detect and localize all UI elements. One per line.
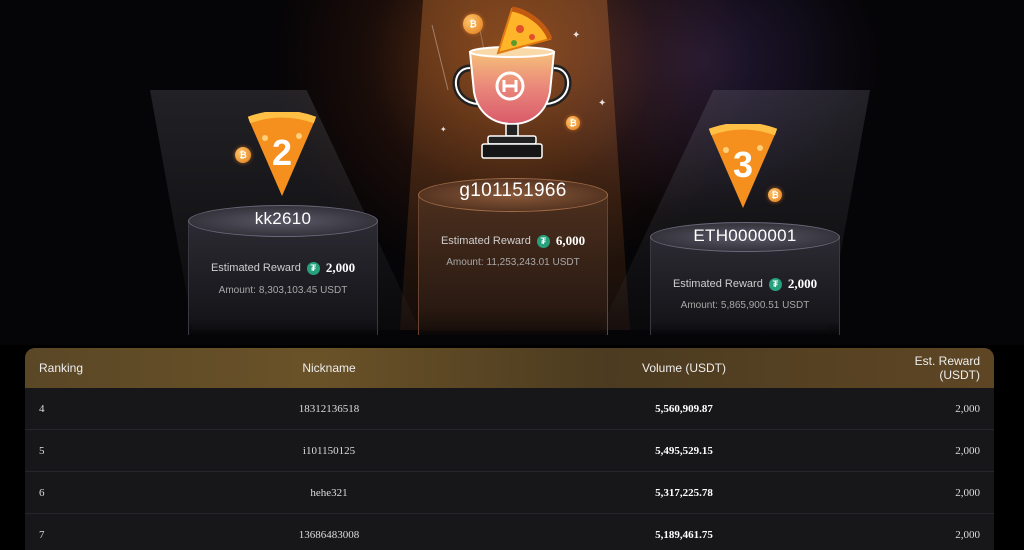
cell-reward: 2,000 <box>955 444 980 457</box>
header-ranking: Ranking <box>39 361 84 375</box>
amount-value: 5,865,900.51 USDT <box>720 300 810 311</box>
rank-3-pizza-badge: 3 <box>706 122 780 210</box>
trophy-icon <box>452 46 572 159</box>
podium-amount: Amount: 5,865,900.51 USDT <box>650 300 840 311</box>
leaderboard-podium-area: ₿ ₿ ₿ ₿ ✦ ✦ ✦ 2 3 kk2610 Estimated Rewar… <box>0 0 1024 345</box>
sparkle-icon: ✦ <box>572 30 581 41</box>
cell-volume: 5,317,225.78 <box>655 486 713 499</box>
podium-nickname: g101151966 <box>459 180 567 201</box>
cell-rank: 7 <box>39 528 45 541</box>
cell-rank: 4 <box>39 402 45 415</box>
header-volume: Volume (USDT) <box>641 361 727 375</box>
amount-label: Amount: <box>446 257 484 268</box>
cell-nickname: hehe321 <box>310 486 348 499</box>
amount-value: 11,253,243.01 USDT <box>486 257 580 268</box>
bitcoin-coin-icon: ₿ <box>566 116 580 130</box>
table-row: 7 13686483008 5,189,461.75 2,000 <box>25 514 994 550</box>
rank-2-pizza-badge: 2 <box>245 110 319 198</box>
reward-label: Estimated Reward <box>440 235 531 247</box>
cell-volume: 5,189,461.75 <box>655 528 713 541</box>
bitcoin-coin-icon: ₿ <box>463 14 483 34</box>
cell-reward: 2,000 <box>955 402 980 415</box>
reward-label: Estimated Reward <box>672 278 763 290</box>
podium-amount: Amount: 8,303,103.45 USDT <box>188 285 378 296</box>
estimated-reward: Estimated Reward ₮ 2,000 <box>650 276 840 292</box>
podium-nickname: kk2610 <box>254 209 312 228</box>
rank-number: 2 <box>271 132 293 173</box>
podium-nickname: ETH0000001 <box>693 226 797 245</box>
table-header: Ranking Nickname Volume (USDT) Est. Rewa… <box>25 348 994 388</box>
cell-rank: 5 <box>39 444 45 457</box>
sparkle-icon: ✦ <box>598 98 607 109</box>
cell-nickname: 13686483008 <box>298 528 360 541</box>
table-row: 4 18312136518 5,560,909.87 2,000 <box>25 388 994 430</box>
ranking-table: Ranking Nickname Volume (USDT) Est. Rewa… <box>25 348 994 550</box>
reward-value: 2,000 <box>787 276 818 291</box>
rank-number: 3 <box>732 144 754 185</box>
reward-label: Estimated Reward <box>210 262 301 274</box>
pizza-slice-icon <box>496 6 553 55</box>
tether-icon: ₮ <box>768 277 782 291</box>
cell-nickname: 18312136518 <box>298 402 360 415</box>
podium-rank-2: kk2610 Estimated Reward ₮ 2,000 Amount: 8… <box>188 205 378 335</box>
cell-rank: 6 <box>39 486 45 499</box>
reward-value: 2,000 <box>325 260 356 275</box>
header-reward: Est. Reward (USDT) <box>914 354 980 382</box>
podium-rank-1: g101151966 Estimated Reward ₮ 6,000 Amou… <box>418 178 608 335</box>
table-row: 5 i101150125 5,495,529.15 2,000 <box>25 430 994 472</box>
podium-pillar <box>188 221 378 335</box>
cell-nickname: i101150125 <box>302 444 356 457</box>
sparkle-icon: ✦ <box>440 125 447 134</box>
cell-reward: 2,000 <box>955 528 980 541</box>
header-nickname: Nickname <box>302 361 356 375</box>
amount-value: 8,303,103.45 USDT <box>258 285 348 296</box>
reward-value: 6,000 <box>555 233 586 248</box>
tether-icon: ₮ <box>306 261 320 275</box>
cell-reward: 2,000 <box>955 486 980 499</box>
amount-label: Amount: <box>680 300 718 311</box>
podium-amount: Amount: 11,253,243.01 USDT <box>418 257 608 268</box>
podium-rank-3: ETH0000001 Estimated Reward ₮ 2,000 Amou… <box>650 222 840 335</box>
estimated-reward: Estimated Reward ₮ 6,000 <box>418 233 608 249</box>
estimated-reward: Estimated Reward ₮ 2,000 <box>188 260 378 276</box>
cell-volume: 5,495,529.15 <box>655 444 713 457</box>
table-row: 6 hehe321 5,317,225.78 2,000 <box>25 472 994 514</box>
tether-icon: ₮ <box>536 234 550 248</box>
amount-label: Amount: <box>218 285 256 296</box>
cell-volume: 5,560,909.87 <box>655 402 713 415</box>
